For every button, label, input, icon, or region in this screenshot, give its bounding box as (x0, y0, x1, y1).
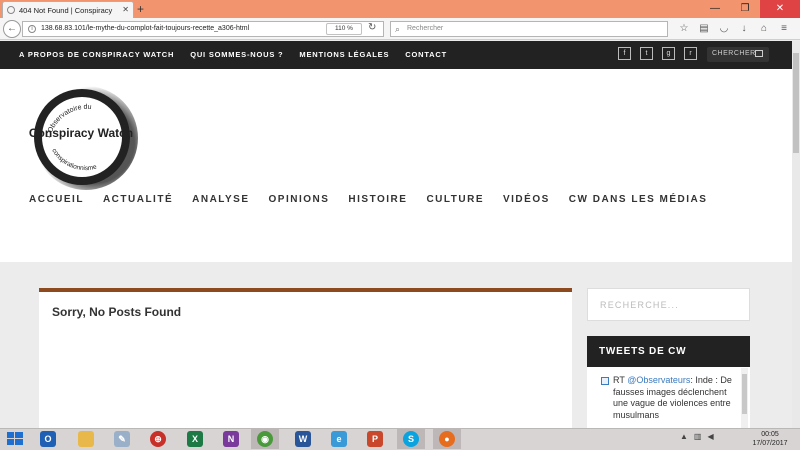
tweets-title: TWEETS DE CW (587, 336, 750, 367)
site-info-icon[interactable]: i (28, 25, 36, 33)
paint-icon[interactable]: ✎ (108, 429, 136, 449)
nav-opinions[interactable]: OPINIONS (269, 194, 330, 205)
maximize-icon[interactable]: ❐ (730, 0, 760, 18)
nav-accueil[interactable]: ACCUEIL (29, 194, 84, 205)
tweet-handle[interactable]: @Observateurs (627, 375, 690, 385)
topnav-legal[interactable]: MENTIONS LÉGALES (299, 50, 389, 59)
powerpoint-icon[interactable]: P (361, 429, 389, 449)
volume-icon[interactable]: ◀ (707, 432, 713, 441)
bookmark-star-icon[interactable]: ☆ (676, 21, 692, 37)
topnav-contact[interactable]: CONTACT (405, 50, 447, 59)
outlook-icon[interactable]: O (34, 429, 62, 449)
twitter-icon[interactable]: t (640, 47, 653, 60)
close-window-icon[interactable]: ✕ (760, 0, 800, 18)
url-text: 138.68.83.101/le-mythe-du-complot-fait-t… (41, 25, 250, 32)
word-icon[interactable]: W (289, 429, 317, 449)
search-icon: ⌕ (395, 24, 401, 34)
pocket-icon[interactable]: ◡ (716, 21, 732, 37)
menu-icon[interactable]: ≡ (776, 21, 792, 37)
nav-culture[interactable]: CULTURE (426, 194, 484, 205)
no-posts-heading: Sorry, No Posts Found (52, 305, 182, 319)
nav-actualite[interactable]: ACTUALITÉ (103, 194, 173, 205)
browser-toolbar-icons: ☆ ▤ ◡ ↓ ⌂ ≡ (676, 21, 792, 37)
main-navigation: ACCUEIL ACTUALITÉ ANALYSE OPINIONS HISTO… (29, 194, 707, 205)
minimize-icon[interactable]: — (700, 0, 730, 18)
top-navigation: A PROPOS DE CONSPIRACY WATCH QUI SOMMES-… (19, 50, 447, 59)
reload-icon[interactable]: ↻ (368, 22, 376, 33)
firefox-icon[interactable]: ● (433, 429, 461, 449)
home-icon[interactable]: ⌂ (756, 21, 772, 37)
close-tab-icon[interactable]: ✕ (122, 5, 129, 14)
clock-time: 00:05 (761, 431, 779, 438)
topbar-search-label: CHERCHER (712, 50, 756, 57)
globe-icon[interactable]: ⊕ (144, 429, 172, 449)
social-icons: f t g r (618, 47, 697, 60)
nav-analyse[interactable]: ANALYSE (192, 194, 249, 205)
taskbar-clock[interactable]: 00:05 17/07/2017 (745, 430, 795, 448)
file-explorer-icon[interactable] (72, 429, 100, 449)
topnav-who[interactable]: QUI SOMMES-NOUS ? (190, 50, 283, 59)
system-tray: ▲ ▥ ◀ (680, 432, 714, 441)
browser-tab[interactable]: 404 Not Found | Conspiracy ✕ (2, 1, 134, 19)
browser-search-input[interactable]: ⌕ Rechercher (390, 21, 668, 37)
new-tab-button[interactable]: + (137, 2, 144, 16)
nav-cw-medias[interactable]: CW DANS LES MÉDIAS (569, 194, 708, 205)
reading-list-icon[interactable]: ▤ (696, 21, 712, 37)
topnav-about[interactable]: A PROPOS DE CONSPIRACY WATCH (19, 50, 174, 59)
nav-videos[interactable]: VIDÉOS (503, 194, 550, 205)
window-controls: — ❐ ✕ (700, 0, 800, 18)
tweets-scrollbar[interactable] (741, 368, 748, 428)
zoom-level[interactable]: 110 % (326, 23, 362, 35)
page-scrollbar[interactable] (792, 41, 800, 428)
clock-date: 17/07/2017 (752, 440, 788, 447)
excel-icon[interactable]: X (181, 429, 209, 449)
back-button[interactable]: ← (3, 20, 21, 38)
google-plus-icon[interactable]: g (662, 47, 675, 60)
skype-icon[interactable]: S (397, 429, 425, 449)
search-icon (755, 50, 763, 57)
topbar-search-button[interactable]: CHERCHER (707, 47, 769, 62)
tab-title: 404 Not Found | Conspiracy (19, 6, 113, 15)
download-icon[interactable]: ↓ (736, 21, 752, 37)
onenote-icon[interactable]: N (217, 429, 245, 449)
windows-start-icon[interactable] (4, 430, 26, 448)
tweet-prefix: RT (613, 375, 625, 385)
chrome-icon[interactable]: ◉ (251, 429, 279, 449)
page-favicon-icon (7, 6, 15, 14)
tray-arrow-icon[interactable]: ▲ (680, 432, 688, 441)
nav-histoire[interactable]: HISTOIRE (348, 194, 407, 205)
tweet-item[interactable]: RT @Observateurs: Inde : De fausses imag… (613, 375, 738, 421)
internet-explorer-icon[interactable]: e (325, 429, 353, 449)
sidebar-search-input[interactable]: RECHERCHE... (587, 288, 750, 321)
tweet-document-icon (601, 377, 609, 385)
network-icon[interactable]: ▥ (694, 432, 702, 441)
site-logo[interactable]: L'Observatoire du Conspiracy Watch consp… (20, 82, 142, 190)
search-placeholder: Rechercher (407, 25, 444, 32)
logo-main-text: Conspiracy Watch (29, 126, 133, 140)
facebook-icon[interactable]: f (618, 47, 631, 60)
scrollbar-thumb[interactable] (793, 53, 799, 153)
rss-icon[interactable]: r (684, 47, 697, 60)
